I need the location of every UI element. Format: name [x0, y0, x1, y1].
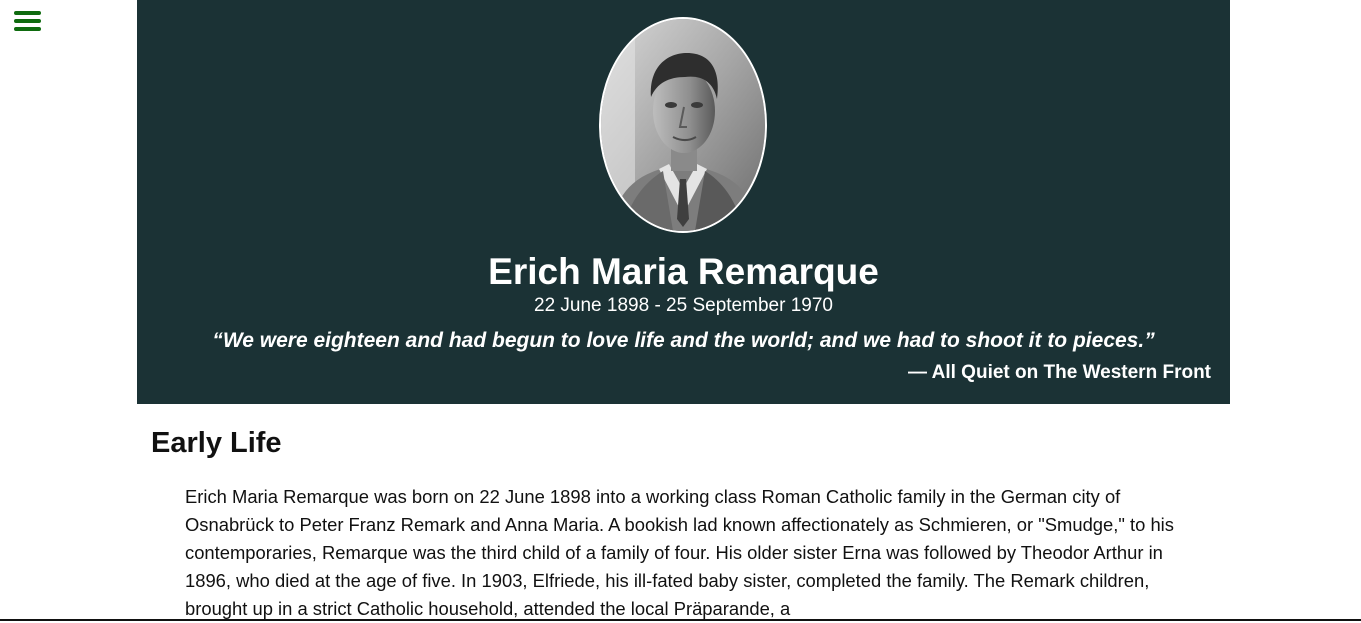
life-dates: 22 June 1898 - 25 September 1970 [534, 295, 833, 316]
section-text-early-life: Erich Maria Remarque was born on 22 June… [185, 486, 1174, 619]
portrait-illustration [601, 19, 765, 231]
hamburger-icon-bar [14, 27, 41, 31]
hamburger-icon-bar [14, 19, 41, 23]
hamburger-icon-bar [14, 11, 41, 15]
portrait-image [599, 17, 767, 233]
featured-quote: “We were eighteen and had begun to love … [212, 329, 1155, 352]
hero-banner: Erich Maria Remarque 22 June 1898 - 25 S… [137, 0, 1230, 404]
page-title: Erich Maria Remarque [488, 251, 879, 292]
menu-button[interactable] [14, 11, 41, 33]
section-title-early-life: Early Life [151, 427, 282, 459]
quote-source: — All Quiet on The Western Front [908, 362, 1211, 383]
